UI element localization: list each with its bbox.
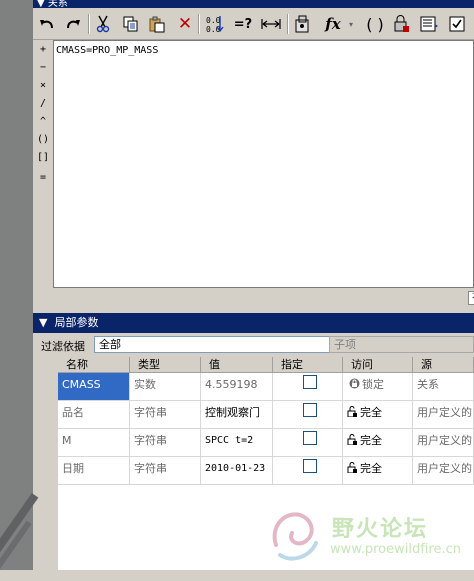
- view-list-icon[interactable]: [417, 12, 441, 36]
- access-value: 完全: [360, 462, 382, 475]
- col-header-access[interactable]: 访问: [343, 357, 413, 373]
- watermark-url: www.proewildfire.cn: [330, 542, 461, 557]
- param-name[interactable]: CMASS: [58, 373, 130, 400]
- operator-column: + − × / ^ () [] =: [33, 40, 53, 312]
- access-cell[interactable]: 完全: [343, 457, 413, 484]
- param-name[interactable]: M: [58, 429, 130, 456]
- designated-cell: [273, 373, 343, 400]
- designated-cell: [273, 429, 343, 456]
- relations-panel-header[interactable]: ▼ 关系: [33, 0, 474, 8]
- evaluate-icon[interactable]: =?: [231, 12, 255, 36]
- access-cell[interactable]: 完全: [343, 429, 413, 456]
- param-type[interactable]: 字符串: [130, 429, 201, 456]
- access-value: 完全: [360, 434, 382, 447]
- parentheses-icon[interactable]: ( ): [363, 12, 387, 36]
- filter-label: 过滤依据: [41, 340, 85, 353]
- param-type[interactable]: 实数: [130, 373, 201, 400]
- insert-parameter-icon[interactable]: [291, 12, 315, 36]
- access-cell[interactable]: 完全: [343, 401, 413, 428]
- access-value: 锁定: [362, 378, 384, 391]
- unlock-icon: [347, 462, 357, 473]
- desktop-background: [0, 0, 39, 581]
- param-value[interactable]: SPCC t=2: [201, 429, 273, 456]
- designated-checkbox[interactable]: [303, 403, 317, 417]
- sort-icon[interactable]: 0.0 0.0: [203, 12, 227, 36]
- param-value[interactable]: 4.559198: [201, 373, 273, 400]
- col-header-name[interactable]: 名称: [58, 357, 130, 373]
- lock-param-icon[interactable]: [389, 12, 413, 36]
- table-row[interactable]: M 字符串 SPCC t=2 完全 用户定义的: [58, 429, 474, 457]
- watermark-logo-icon: [272, 512, 318, 561]
- desktop-diagonal-1: [0, 493, 39, 555]
- editor-corner-button[interactable]: 不: [468, 291, 474, 305]
- watermark: 野火论坛 www.proewildfire.cn: [266, 505, 474, 570]
- operator-power-button[interactable]: ^: [36, 116, 50, 127]
- operator-divide-button[interactable]: /: [36, 98, 50, 109]
- svg-text:0.0: 0.0: [206, 16, 221, 25]
- col-header-source[interactable]: 源: [413, 357, 474, 373]
- param-name[interactable]: 日期: [58, 457, 130, 484]
- cut-icon[interactable]: [91, 12, 115, 36]
- param-value[interactable]: 2010-01-23: [201, 457, 273, 484]
- operator-minus-button[interactable]: −: [36, 62, 50, 73]
- toolbar-separator: [88, 14, 90, 34]
- subitem-label: 子项: [334, 338, 356, 351]
- measure-icon[interactable]: [259, 12, 283, 36]
- param-type[interactable]: 字符串: [130, 457, 201, 484]
- param-source[interactable]: 用户定义的: [413, 401, 474, 428]
- access-cell[interactable]: 锁定: [343, 373, 413, 400]
- table-row[interactable]: CMASS 实数 4.559198 锁定 关系: [58, 373, 474, 401]
- filter-row: 过滤依据 全部 ▼ 子项: [33, 333, 474, 357]
- relations-panel-title: 关系: [47, 0, 68, 8]
- table-row[interactable]: 日期 字符串 2010-01-23 完全 用户定义的: [58, 457, 474, 485]
- paste-icon[interactable]: [145, 12, 169, 36]
- param-name[interactable]: 品名: [58, 401, 130, 428]
- designated-cell: [273, 457, 343, 484]
- subitem-field[interactable]: 子项: [329, 336, 474, 353]
- designated-checkbox[interactable]: [303, 431, 317, 445]
- col-header-designated[interactable]: 指定: [273, 357, 343, 373]
- designated-checkbox[interactable]: [303, 459, 317, 473]
- param-source[interactable]: 用户定义的: [413, 429, 474, 456]
- param-source[interactable]: 关系: [413, 373, 474, 400]
- toolbar-separator: [198, 14, 200, 34]
- verify-icon[interactable]: [445, 12, 469, 36]
- local-params-title: 局部参数: [54, 316, 99, 329]
- designated-cell: [273, 401, 343, 428]
- operator-equals-button[interactable]: =: [36, 172, 50, 183]
- operator-multiply-button[interactable]: ×: [36, 80, 50, 91]
- param-type[interactable]: 字符串: [130, 401, 201, 428]
- col-header-value[interactable]: 值: [201, 357, 273, 373]
- operator-parentheses-button[interactable]: (): [36, 134, 50, 145]
- chevron-down-icon[interactable]: ▾: [339, 12, 363, 36]
- param-source[interactable]: 用户定义的: [413, 457, 474, 484]
- relations-toolbar: ✕ 0.0 0.0 =? fx ▾ ( ): [33, 8, 474, 40]
- toolbar-separator: [287, 14, 289, 34]
- unlock-icon: [347, 434, 357, 445]
- delete-icon[interactable]: ✕: [173, 12, 197, 36]
- copy-icon[interactable]: [119, 12, 143, 36]
- filter-select[interactable]: 全部 ▼: [94, 336, 358, 353]
- param-value[interactable]: 控制观察门: [201, 401, 273, 428]
- unlock-icon: [347, 406, 357, 417]
- filter-select-value: 全部: [99, 338, 121, 351]
- redo-icon[interactable]: [61, 12, 85, 36]
- col-header-type[interactable]: 类型: [130, 357, 201, 373]
- watermark-title: 野火论坛: [332, 517, 429, 542]
- operator-brackets-button[interactable]: []: [36, 152, 50, 163]
- operator-plus-button[interactable]: +: [36, 44, 50, 55]
- relations-editor-text: CMASS=PRO_MP_MASS: [56, 45, 159, 56]
- local-params-header[interactable]: ▼ 局部参数: [33, 313, 474, 333]
- editor-bottom-bar: 不: [53, 288, 474, 310]
- designated-checkbox[interactable]: [303, 375, 317, 389]
- undo-icon[interactable]: [35, 12, 59, 36]
- access-value: 完全: [360, 406, 382, 419]
- table-row[interactable]: 品名 字符串 控制观察门 完全 用户定义的: [58, 401, 474, 429]
- lock-icon: [349, 378, 360, 389]
- relations-editor[interactable]: CMASS=PRO_MP_MASS: [53, 40, 474, 288]
